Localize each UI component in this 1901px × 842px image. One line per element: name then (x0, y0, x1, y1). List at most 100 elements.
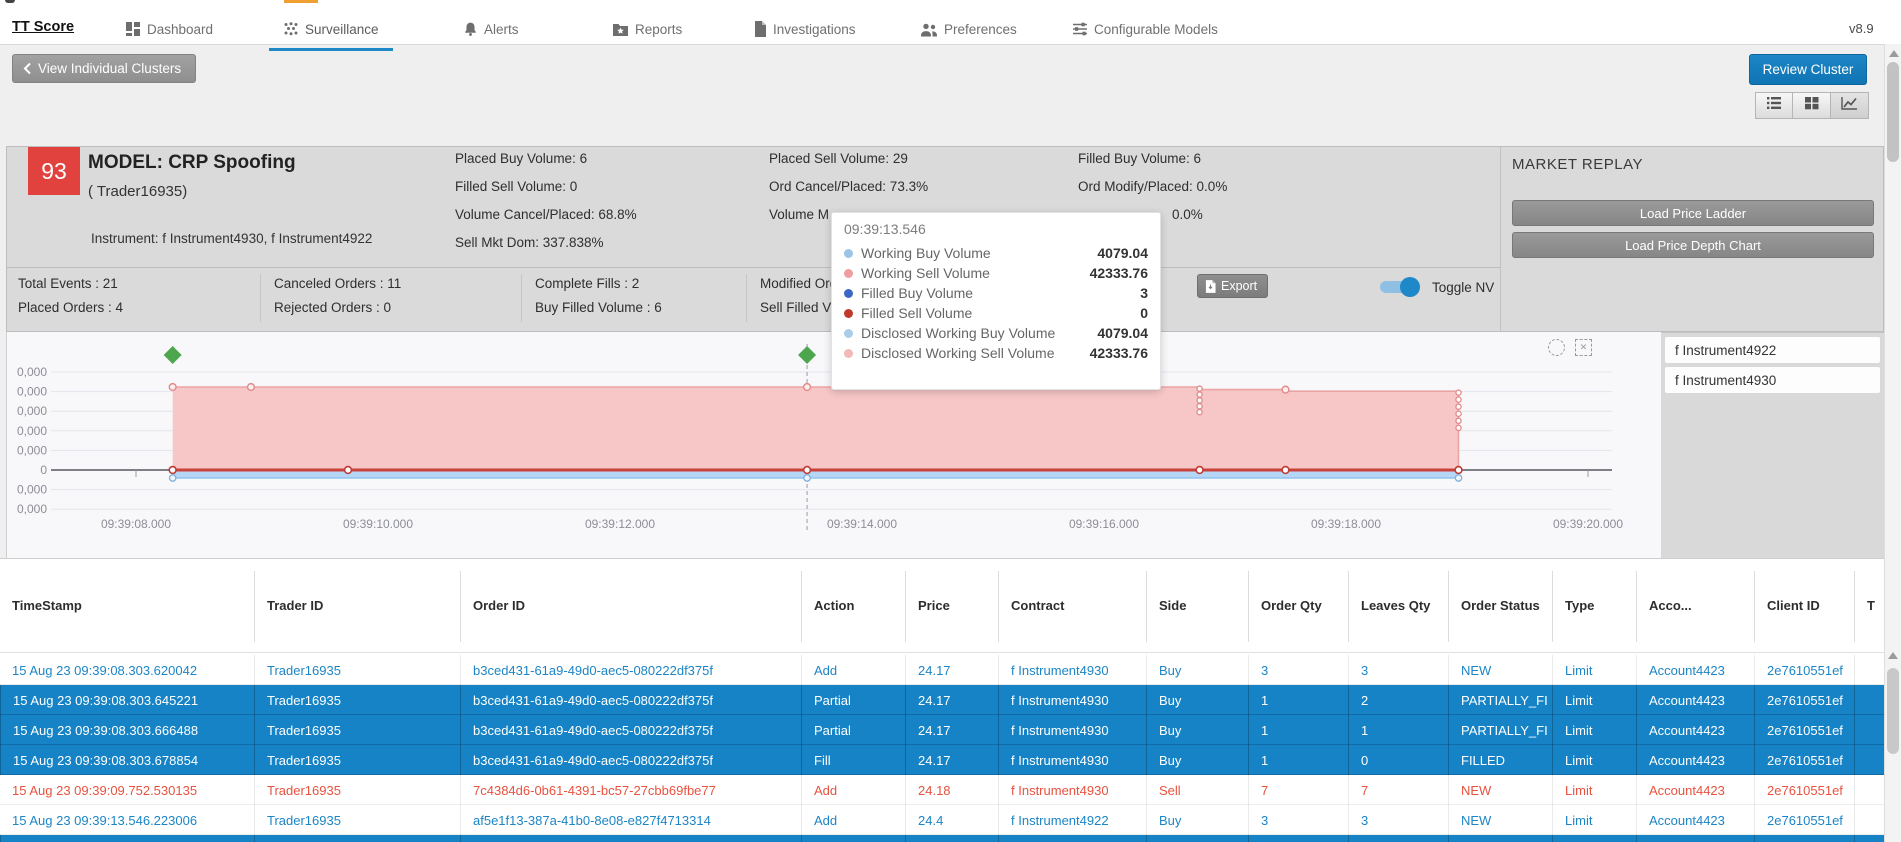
svg-text:0,000: 0,000 (17, 502, 47, 516)
top-nav: TT Score Dashboard Surveillance Alerts Repo… (0, 4, 1901, 45)
cell-type: Limit (1552, 775, 1636, 805)
column-header-contract[interactable]: Contract (998, 571, 1146, 642)
load-price-ladder-button[interactable]: Load Price Ladder (1512, 200, 1874, 226)
table-row[interactable]: 15 Aug 23 09:39:08.303.678854Trader16935… (0, 745, 1884, 775)
column-header-label: Action (814, 598, 854, 614)
column-header-side[interactable]: Side (1146, 571, 1248, 642)
cell-side: Buy (1146, 685, 1248, 715)
nav-item-investigations[interactable]: Investigations (753, 16, 856, 42)
dashboard-icon (125, 21, 141, 37)
cell-acco-: Account4423 (1636, 805, 1754, 835)
tooltip-row: Disclosed Working Buy Volume4079.04 (844, 323, 1148, 343)
nav-item-preferences[interactable]: Preferences (920, 16, 1017, 42)
toggle-nv-switch[interactable] (1380, 279, 1420, 295)
cell-t (1854, 775, 1884, 805)
totals-line: Canceled Orders : 11 (274, 276, 401, 293)
stats-column-3: Filled Buy Volume: 6Ord Modify/Placed: 0… (1078, 151, 1227, 197)
cell-order-status: NEW (1448, 775, 1552, 805)
column-header-timestamp[interactable]: TimeStamp (0, 571, 254, 642)
column-header-action[interactable]: Action (801, 571, 905, 642)
series-color-dot (844, 329, 853, 338)
cell-contract: f Instrument4930 (998, 685, 1146, 715)
view-individual-clusters-button[interactable]: View Individual Clusters (12, 54, 196, 83)
svg-text:09:39:20.000: 09:39:20.000 (1553, 517, 1623, 531)
nav-item-alerts[interactable]: Alerts (463, 16, 519, 42)
stat-line: Ord Modify/Placed: 0.0% (1078, 179, 1227, 197)
totals-column: Complete Fills : 2Buy Filled Volume : 6 (535, 276, 662, 317)
cell-type: Limit (1552, 745, 1636, 775)
column-header-order-qty[interactable]: Order Qty (1248, 571, 1348, 642)
column-header-label: Trader ID (267, 598, 323, 614)
chart-view-icon (1841, 96, 1858, 115)
table-row[interactable]: 15 Aug 23 09:39:09.752.530135Trader16935… (0, 775, 1884, 805)
column-header-price[interactable]: Price (905, 571, 998, 642)
column-header-type[interactable]: Type (1552, 571, 1636, 642)
cell-type: Limit (1552, 835, 1636, 842)
cell-order-qty: 1 (1248, 745, 1348, 775)
browser-artifact-orange (284, 0, 318, 3)
nav-item-dashboard[interactable]: Dashboard (125, 16, 213, 42)
chart-reset-zoom-icon[interactable]: ✕ (1575, 339, 1592, 356)
cell-order-status: NEW (1448, 655, 1552, 685)
svg-text:09:39:16.000: 09:39:16.000 (1069, 517, 1139, 531)
table-row[interactable]: 15 Aug 23 09:39:13.546.248105Trader16935… (0, 835, 1884, 842)
column-header-t[interactable]: T (1854, 571, 1884, 642)
chart-pan-icon[interactable] (1548, 339, 1565, 356)
cell-trader-id: Trader16935 (254, 655, 460, 685)
table-row[interactable]: 15 Aug 23 09:39:08.303.620042Trader16935… (0, 655, 1884, 685)
column-header-acco-[interactable]: Acco... (1636, 571, 1754, 642)
tooltip-rows: Working Buy Volume4079.04Working Sell Vo… (844, 243, 1148, 363)
column-header-order-status[interactable]: Order Status (1448, 571, 1552, 642)
table-scrollbar-thumb[interactable] (1887, 668, 1899, 754)
table-row[interactable]: 15 Aug 23 09:39:08.303.666488Trader16935… (0, 715, 1884, 745)
column-header-order-id[interactable]: Order ID (460, 571, 801, 642)
cell-contract: f Instrument4930 (998, 655, 1146, 685)
nav-item-reports[interactable]: Reports (612, 16, 682, 42)
cell-action: Partial (801, 835, 905, 842)
column-header-trader-id[interactable]: Trader ID (254, 571, 460, 642)
nav-item-configurable-models[interactable]: Configurable Models (1072, 16, 1218, 42)
brand-tt-score[interactable]: TT Score (12, 19, 74, 35)
stat-line: Filled Sell Volume: 0 (455, 179, 637, 197)
list-view-button[interactable] (1755, 92, 1793, 119)
column-header-label: Type (1565, 598, 1594, 614)
scroll-up-arrow-icon[interactable] (1889, 50, 1899, 57)
cell-trader-id: Trader16935 (254, 835, 460, 842)
column-header-leaves-qty[interactable]: Leaves Qty (1348, 571, 1448, 642)
cell-client-id: 2e7610551ef (1754, 685, 1854, 715)
tooltip-series-label: Working Sell Volume (861, 265, 1090, 281)
legend-item-f-instrument4930[interactable]: f Instrument4930 (1665, 367, 1880, 393)
cell-order-status: NEW (1448, 805, 1552, 835)
cell-action: Fill (801, 745, 905, 775)
stat-line: Volume Cancel/Placed: 68.8% (455, 207, 637, 225)
nav-item-label: Investigations (773, 22, 856, 37)
table-row[interactable]: 15 Aug 23 09:39:13.546.223006Trader16935… (0, 805, 1884, 835)
column-header-label: Order Status (1461, 598, 1540, 614)
page-scrollbar-thumb[interactable] (1887, 62, 1899, 162)
load-price-depth-chart-button[interactable]: Load Price Depth Chart (1512, 232, 1874, 258)
model-trader: ( Trader16935) (88, 183, 187, 200)
export-button[interactable]: Export (1197, 274, 1268, 298)
column-header-label: Side (1159, 598, 1186, 614)
grid-view-button[interactable] (1793, 92, 1831, 119)
cell-order-id: af5e1f13-387a-41b0-8e08-e827f4713314 (460, 835, 801, 842)
review-cluster-button[interactable]: Review Cluster (1749, 54, 1867, 85)
cell-leaves-qty: 2 (1348, 685, 1448, 715)
table-scroll-up-arrow-icon[interactable] (1888, 652, 1898, 659)
cell-trader-id: Trader16935 (254, 805, 460, 835)
tooltip-series-label: Disclosed Working Sell Volume (861, 345, 1090, 361)
legend-item-f-instrument4922[interactable]: f Instrument4922 (1665, 337, 1880, 363)
nav-item-label: Configurable Models (1094, 22, 1218, 37)
totals-line: Total Events : 21 (18, 276, 123, 293)
tooltip-series-value: 0 (1140, 305, 1148, 321)
nav-item-surveillance[interactable]: Surveillance (283, 16, 379, 42)
table-row[interactable]: 15 Aug 23 09:39:08.303.645221Trader16935… (0, 685, 1884, 715)
cell-contract: f Instrument4922 (998, 805, 1146, 835)
stat-line: Ord Cancel/Placed: 73.3% (769, 179, 928, 197)
table-header-row: TimeStamp Trader ID Order ID Action PriceCon… (0, 561, 1884, 653)
cell-order-qty: 1 (1248, 715, 1348, 745)
cell-contract: f Instrument4922 (998, 835, 1146, 842)
chart-view-button[interactable] (1831, 92, 1869, 119)
cell-leaves-qty: 3 (1348, 655, 1448, 685)
column-header-client-id[interactable]: Client ID (1754, 571, 1854, 642)
